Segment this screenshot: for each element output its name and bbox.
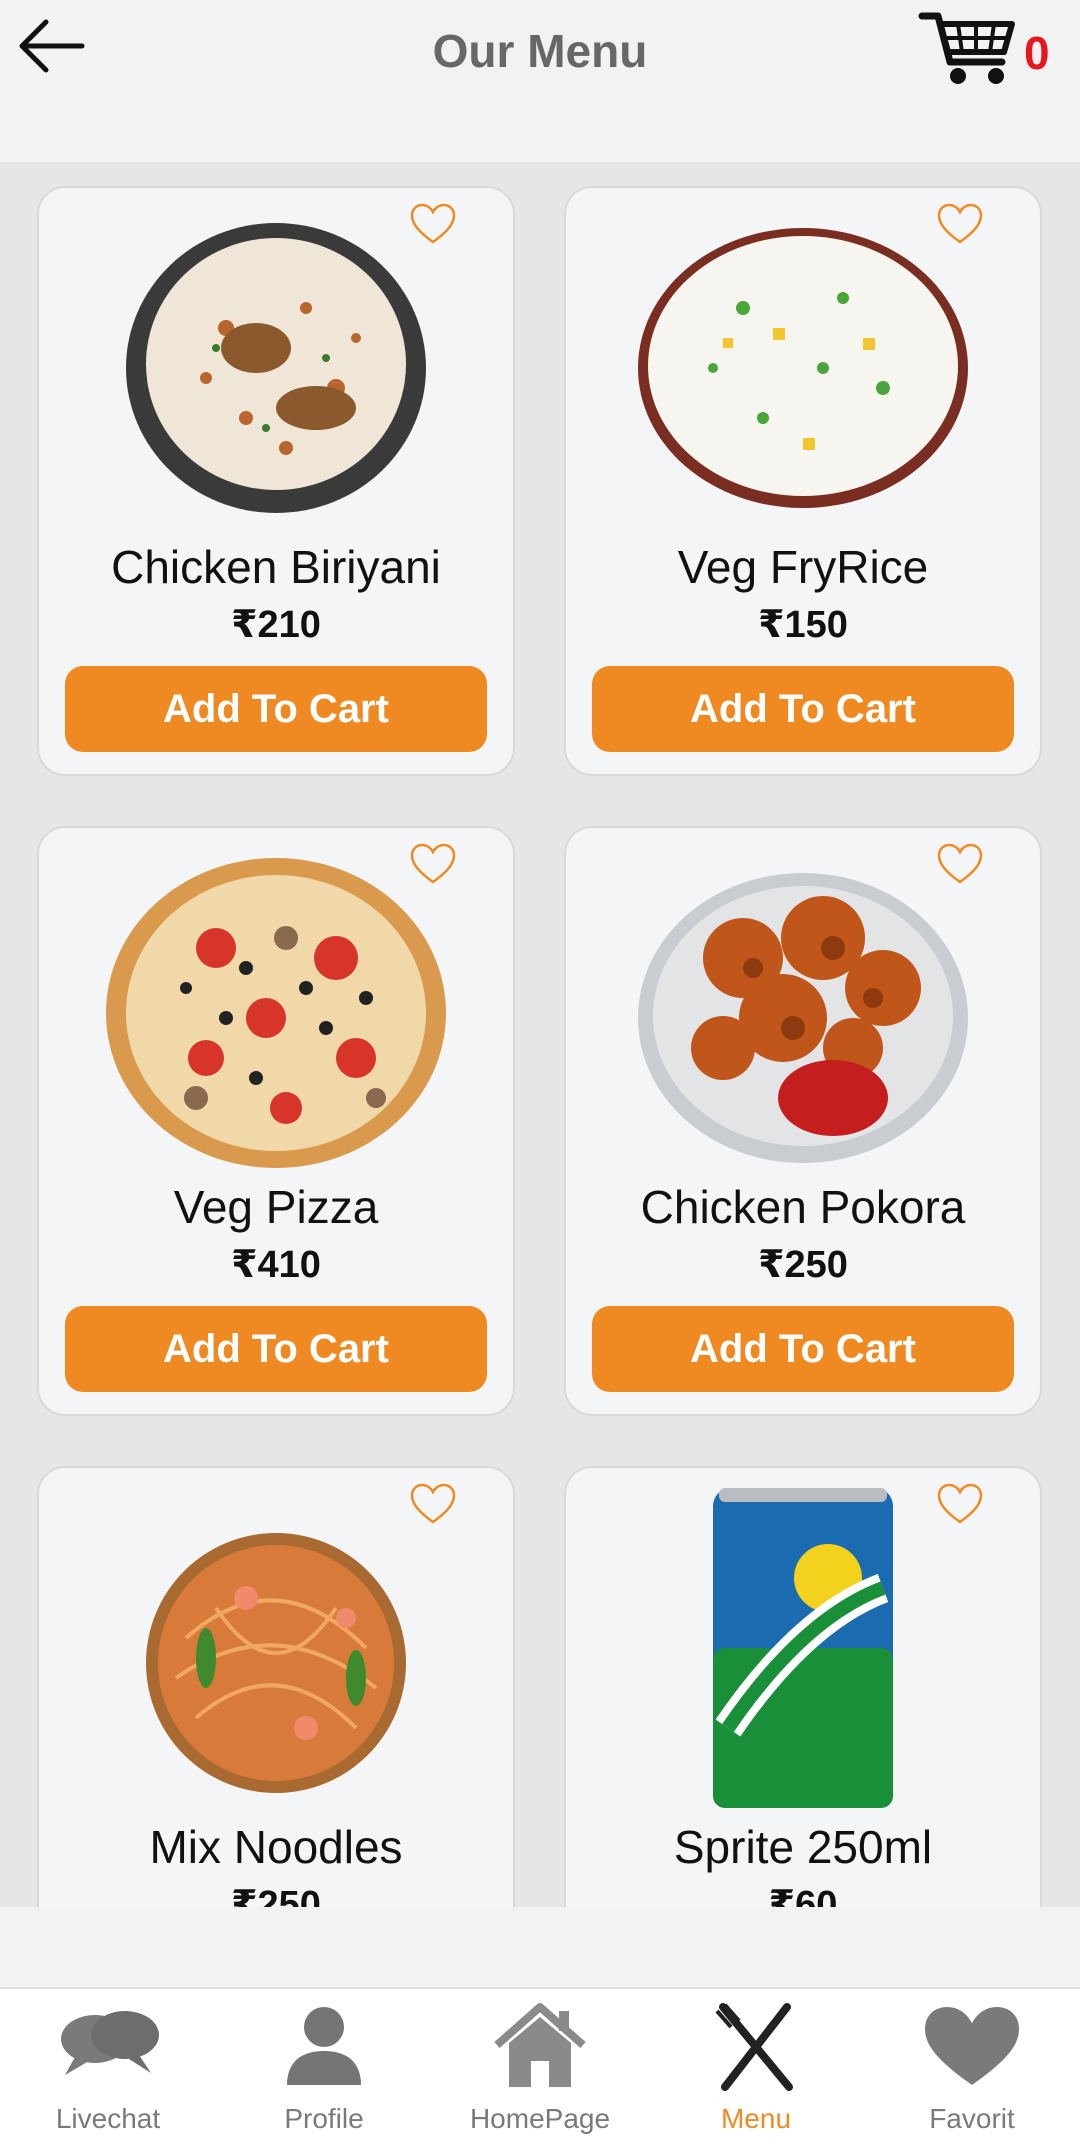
add-to-cart-button[interactable]: Add To Cart — [592, 1306, 1014, 1392]
nav-label: Livechat — [55, 2103, 161, 2134]
app-header: Our Menu 0 — [0, 0, 1080, 162]
item-name: Veg FryRice — [677, 541, 929, 593]
item-price: ₹250 — [758, 1244, 848, 1286]
sprite-can-image — [633, 1488, 973, 1808]
pakora-image — [633, 858, 973, 1168]
menu-card: Chicken Biriyani ₹210 Add To Cart — [37, 186, 515, 776]
item-name: Veg Pizza — [173, 1181, 379, 1233]
cart-count-badge: 0 — [1024, 27, 1050, 79]
add-to-cart-button[interactable]: Add To Cart — [592, 666, 1014, 752]
menu-card: Veg FryRice ₹150 Add To Cart — [564, 186, 1042, 776]
nav-label: Favorit — [929, 2103, 1015, 2134]
bottom-navigation: Livechat Profile HomePage Menu Favorit — [0, 1987, 1080, 2155]
pizza-image — [106, 858, 446, 1168]
item-price: ₹60 — [768, 1884, 838, 1907]
item-name: Chicken Biriyani — [111, 541, 441, 593]
fried-rice-image — [633, 218, 973, 528]
item-price: ₹410 — [231, 1244, 321, 1286]
add-to-cart-button[interactable]: Add To Cart — [65, 666, 487, 752]
content-footer-spacer — [0, 1907, 1080, 1987]
nav-label: Profile — [284, 2103, 364, 2134]
menu-card: Sprite 250ml ₹60 Add To Cart — [564, 1466, 1042, 1907]
nav-item-profile[interactable]: Profile — [216, 1989, 432, 2155]
item-name: Sprite 250ml — [673, 1821, 933, 1873]
item-price: ₹150 — [758, 604, 848, 646]
chat-bubbles-icon — [53, 2001, 163, 2091]
nav-item-homepage[interactable]: HomePage — [432, 1989, 648, 2155]
nav-label: Menu — [720, 2103, 792, 2134]
nav-item-menu[interactable]: Menu — [648, 1989, 864, 2155]
item-price: ₹210 — [231, 604, 321, 646]
menu-card: Mix Noodles ₹250 Add To Cart — [37, 1466, 515, 1907]
item-name: Chicken Pokora — [640, 1181, 966, 1233]
menu-list[interactable]: Chicken Biriyani ₹210 Add To Cart Veg Fr… — [0, 162, 1080, 1907]
item-price: ₹250 — [231, 1884, 321, 1907]
house-icon — [485, 2001, 595, 2091]
person-icon — [269, 2001, 379, 2091]
fork-knife-icon — [701, 2001, 811, 2091]
menu-card: Chicken Pokora ₹250 Add To Cart — [564, 826, 1042, 1416]
heart-icon — [917, 2001, 1027, 2091]
nav-item-livechat[interactable]: Livechat — [0, 1989, 216, 2155]
noodles-image — [106, 1498, 446, 1808]
menu-card: Veg Pizza ₹410 Add To Cart — [37, 826, 515, 1416]
shopping-cart-icon[interactable] — [918, 10, 1018, 90]
biriyani-image — [106, 218, 446, 528]
add-to-cart-button[interactable]: Add To Cart — [65, 1306, 487, 1392]
nav-label: HomePage — [469, 2103, 611, 2134]
item-name: Mix Noodles — [149, 1821, 403, 1873]
nav-item-favorit[interactable]: Favorit — [864, 1989, 1080, 2155]
